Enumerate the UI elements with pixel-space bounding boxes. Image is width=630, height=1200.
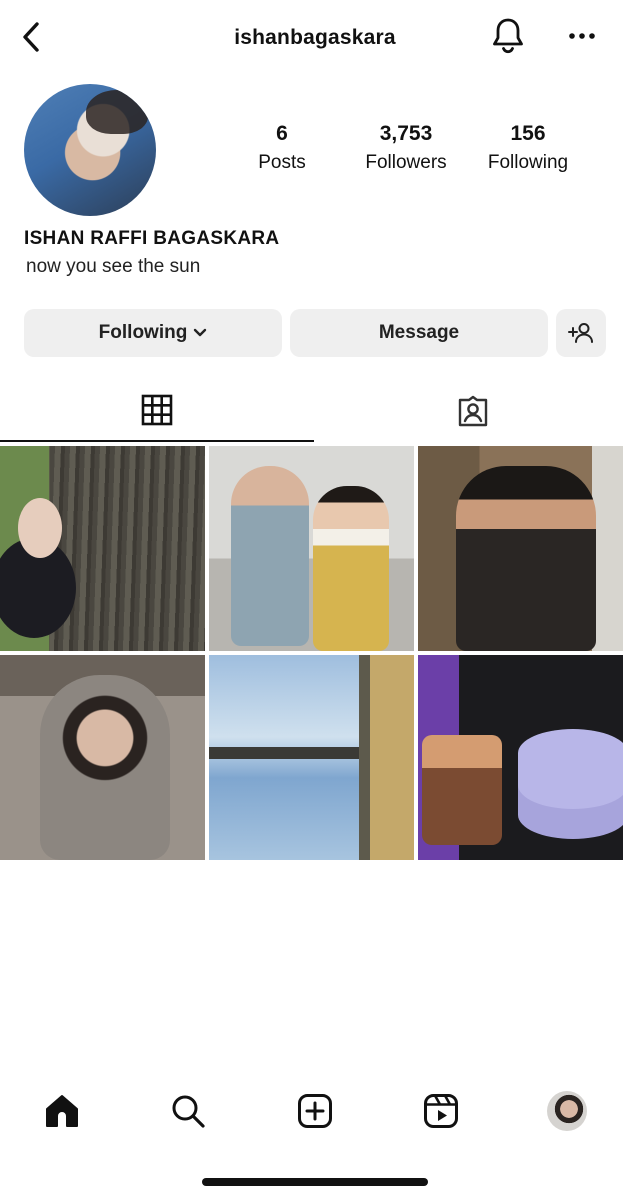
chevron-down-icon (193, 328, 207, 338)
followers-count: 3,753 (379, 122, 433, 145)
followers-label: Followers (365, 152, 447, 173)
post-thumbnail[interactable] (0, 446, 205, 651)
stat-following[interactable]: 156 Following (468, 122, 588, 174)
search-icon (172, 1095, 205, 1128)
stat-posts[interactable]: 6 Posts (222, 122, 342, 174)
add-user-icon (568, 323, 593, 343)
new-post-icon (298, 1094, 332, 1128)
tab-tagged[interactable] (316, 380, 630, 442)
post-thumbnail[interactable] (418, 655, 623, 860)
message-button-label: Message (378, 322, 460, 343)
nav-profile-avatar[interactable] (547, 1091, 587, 1131)
more-horizontal-icon (569, 33, 595, 39)
top-bar: ishanbagaskara (0, 0, 630, 80)
profile-full-name: ISHAN RAFFI BAGASKARA (24, 228, 280, 249)
post-thumbnail[interactable] (418, 446, 623, 651)
grid-icon (141, 394, 173, 426)
suggested-users-button[interactable] (556, 309, 606, 357)
following-label: Following (487, 152, 569, 173)
tagged-icon (458, 395, 488, 427)
nav-new-post[interactable] (293, 1089, 337, 1133)
posts-label: Posts (258, 152, 306, 173)
home-icon (46, 1095, 78, 1127)
bottom-nav (0, 1075, 630, 1145)
profile-bio: now you see the sun (26, 256, 201, 277)
tab-posts-grid[interactable] (0, 380, 314, 442)
more-options-button[interactable] (562, 20, 602, 52)
following-count: 156 (510, 122, 546, 145)
nav-home[interactable] (40, 1089, 84, 1133)
following-button[interactable]: Following (24, 309, 282, 357)
post-thumbnail[interactable] (209, 446, 414, 651)
stat-followers[interactable]: 3,753 Followers (346, 122, 466, 174)
profile-avatar[interactable] (24, 84, 156, 216)
post-thumbnail[interactable] (209, 655, 414, 860)
bell-icon (493, 18, 523, 54)
posts-count: 6 (276, 122, 288, 145)
profile-username: ishanbagaskara (234, 26, 396, 49)
profile-tabs (0, 380, 630, 442)
post-thumbnail[interactable] (0, 655, 205, 860)
nav-reels[interactable] (419, 1089, 463, 1133)
notifications-button[interactable] (488, 16, 528, 56)
nav-search[interactable] (166, 1089, 210, 1133)
home-indicator (202, 1178, 428, 1186)
reels-icon (424, 1094, 458, 1128)
following-button-label: Following (98, 322, 188, 343)
message-button[interactable]: Message (290, 309, 548, 357)
